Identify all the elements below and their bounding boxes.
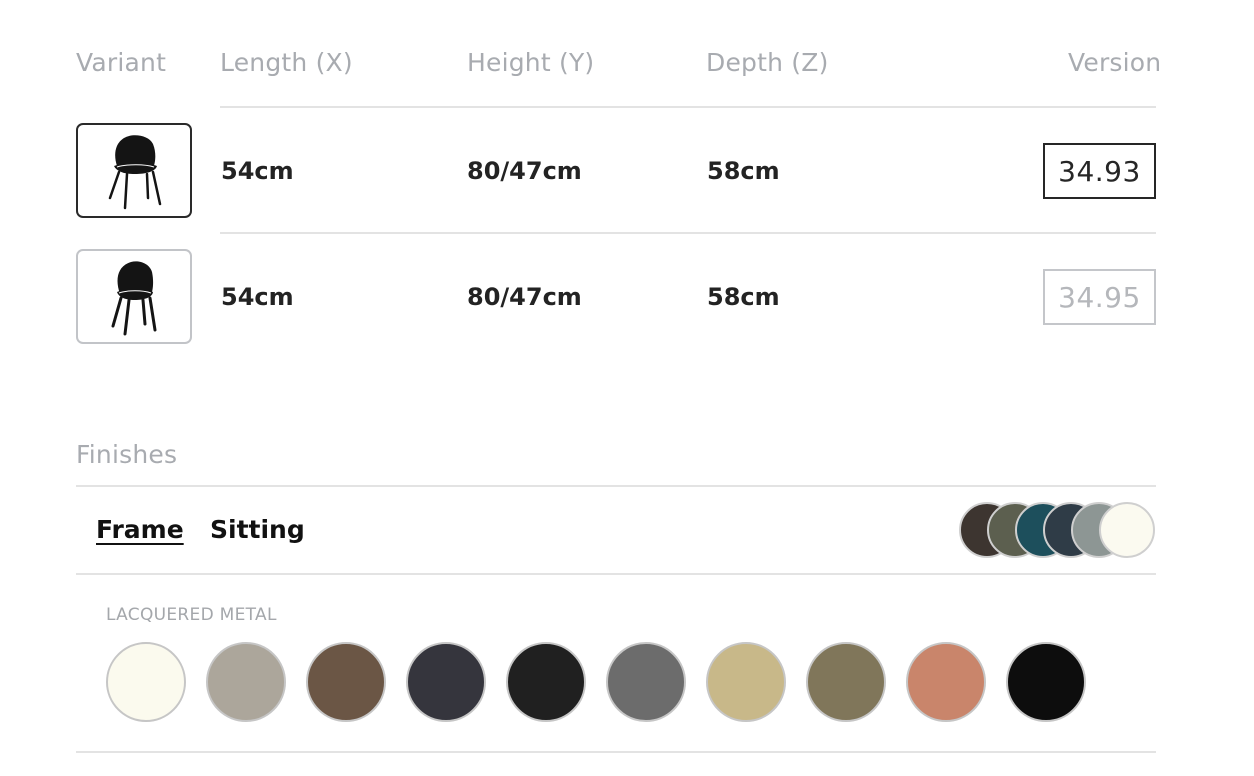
swatch-sand[interactable]	[206, 642, 286, 722]
row-1-depth: 58cm	[707, 157, 780, 185]
finishes-top-divider	[76, 485, 1156, 487]
finishes-title: Finishes	[76, 440, 178, 469]
swatch-anthracite[interactable]	[406, 642, 486, 722]
swatch-black[interactable]	[506, 642, 586, 722]
column-header-variant: Variant	[76, 48, 167, 77]
row-2-depth: 58cm	[707, 283, 780, 311]
column-header-height: Height (Y)	[467, 48, 595, 77]
finishes-bottom-divider	[76, 751, 1156, 753]
chair-icon	[108, 135, 162, 210]
swatch-glossy-black[interactable]	[1006, 642, 1086, 722]
column-header-length: Length (X)	[220, 48, 353, 77]
version-button-2[interactable]: 34.95	[1043, 269, 1156, 325]
version-button-1[interactable]: 34.93	[1043, 143, 1156, 199]
sitting-color-preview[interactable]	[959, 502, 1157, 558]
swatch-white[interactable]	[106, 642, 186, 722]
column-header-depth: Depth (Z)	[706, 48, 829, 77]
swatch-olive-brass[interactable]	[806, 642, 886, 722]
header-divider	[220, 106, 1156, 108]
row-1-length: 54cm	[221, 157, 294, 185]
chair-icon	[111, 261, 157, 336]
swatch-gold[interactable]	[706, 642, 786, 722]
tabs-divider	[76, 573, 1156, 575]
swatch-grey[interactable]	[606, 642, 686, 722]
sitting-color-dot	[1099, 502, 1155, 558]
column-header-version: Version	[1068, 48, 1162, 77]
row-2-length: 54cm	[221, 283, 294, 311]
row-divider	[220, 232, 1156, 234]
swatch-bronze[interactable]	[306, 642, 386, 722]
tab-frame[interactable]: Frame	[96, 515, 184, 544]
variant-thumbnail-2[interactable]	[76, 249, 192, 344]
row-1-height: 80/47cm	[467, 157, 582, 185]
row-2-height: 80/47cm	[467, 283, 582, 311]
finish-group-label: LACQUERED METAL	[106, 605, 277, 625]
variant-thumbnail-1[interactable]	[76, 123, 192, 218]
tab-sitting[interactable]: Sitting	[210, 515, 305, 544]
swatch-copper[interactable]	[906, 642, 986, 722]
